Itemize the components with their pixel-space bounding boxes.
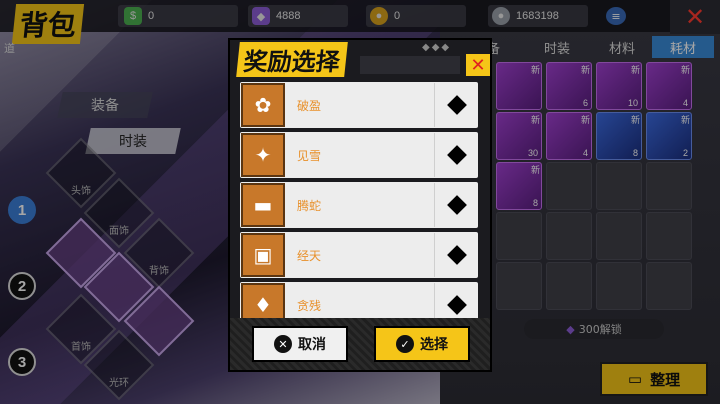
select-toggle[interactable]	[434, 283, 478, 322]
reward-item-4[interactable]: ▣ 经天	[240, 232, 478, 278]
talisman-icon: ♦	[241, 283, 285, 322]
confirm-button[interactable]: ✓ 选择	[374, 326, 470, 362]
cancel-button[interactable]: ✕ 取消	[252, 326, 348, 362]
armband-icon: ▣	[241, 233, 285, 277]
necklace-icon: ✿	[241, 83, 285, 127]
check-circle-icon: ✓	[396, 335, 414, 353]
modal-title: 奖励选择	[236, 42, 348, 77]
select-toggle[interactable]	[434, 83, 478, 127]
modal-close-icon[interactable]: ✕	[466, 54, 490, 76]
pendant-icon: ✦	[241, 133, 285, 177]
reward-list[interactable]: ✿ 破盈 ✦ 见雪 ▬ 腾蛇 ▣ 经天 ♦ 贪残	[240, 82, 484, 322]
reward-item-5[interactable]: ♦ 贪残	[240, 282, 478, 322]
reward-item-3[interactable]: ▬ 腾蛇	[240, 182, 478, 228]
belt-icon: ▬	[241, 183, 285, 227]
reward-select-modal: 奖励选择 ◆◆◆ ✕ ✿ 破盈 ✦ 见雪 ▬ 腾蛇 ▣ 经天 ♦ 贪残 ✕ 取消…	[228, 38, 492, 372]
reward-item-1[interactable]: ✿ 破盈	[240, 82, 478, 128]
select-toggle[interactable]	[434, 133, 478, 177]
select-toggle[interactable]	[434, 233, 478, 277]
close-circle-icon: ✕	[274, 335, 292, 353]
reward-item-2[interactable]: ✦ 见雪	[240, 132, 478, 178]
modal-footer: ✕ 取消 ✓ 选择	[230, 318, 490, 370]
select-toggle[interactable]	[434, 183, 478, 227]
